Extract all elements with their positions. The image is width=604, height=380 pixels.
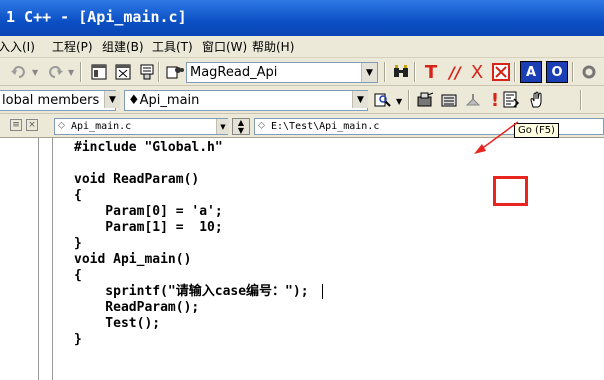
diamond-icon: ⬦ <box>58 120 65 131</box>
function-combo[interactable]: ♦Api_main <box>124 90 368 111</box>
breakpoint-hand-icon[interactable] <box>526 89 548 111</box>
undo-icon[interactable] <box>8 61 30 83</box>
build-icon[interactable] <box>438 89 460 111</box>
class-combo-value: lobal members <box>2 93 100 108</box>
window-title: 1 C++ - [Api_main.c] <box>6 8 187 26</box>
menu-bar: 入入(I) 工程(P) 组建(B) 工具(T) 窗口(W) 帮助(H) <box>0 36 604 58</box>
menu-window[interactable]: 窗口(W) <box>202 38 247 56</box>
redo-icon[interactable] <box>44 61 66 83</box>
compile-icon[interactable] <box>414 89 436 111</box>
annotation-arrow <box>474 121 519 154</box>
close-box-icon[interactable] <box>490 61 512 83</box>
o-box-icon[interactable]: O <box>546 61 568 83</box>
file-combo-value: Api_main.c <box>71 121 132 132</box>
output-icon[interactable] <box>112 61 134 83</box>
t-icon[interactable]: T <box>420 61 442 83</box>
code-line[interactable]: { <box>74 188 82 204</box>
uncomment-icon[interactable]: X <box>466 61 488 83</box>
comment-icon[interactable]: // <box>444 61 466 83</box>
file-combo[interactable]: Api_main.c <box>54 118 228 135</box>
menu-project[interactable]: 工程(P) <box>52 38 93 56</box>
code-line[interactable]: Test(); <box>74 316 160 332</box>
undo-dropdown-icon[interactable]: ▼ <box>32 68 38 77</box>
workspace-pane <box>0 138 38 380</box>
find-in-files-icon[interactable] <box>164 61 186 83</box>
a-box-icon[interactable]: A <box>520 61 542 83</box>
code-line[interactable]: #include "Global.h" <box>74 140 223 156</box>
binoculars-icon[interactable] <box>390 61 412 83</box>
find-combo-value: MagRead_Api <box>190 65 278 80</box>
code-line[interactable]: } <box>74 332 82 348</box>
text-caret <box>322 284 323 299</box>
code-line[interactable]: } <box>74 236 82 252</box>
gutter-border <box>52 138 53 380</box>
diamond-icon: ⬦ <box>258 120 265 131</box>
find-combo[interactable]: MagRead_Api <box>186 62 378 83</box>
separator <box>514 62 516 82</box>
redo-dropdown-icon[interactable]: ▼ <box>68 68 74 77</box>
wizard-action-dropdown-icon[interactable]: ▼ <box>396 97 402 106</box>
code-line[interactable]: sprintf("请输入case编号："); <box>74 284 308 300</box>
window-list-icon[interactable] <box>136 61 158 83</box>
stop-build-icon[interactable] <box>462 89 484 111</box>
pane-min-icon[interactable]: ≡ <box>10 119 22 131</box>
go-icon[interactable] <box>500 89 522 111</box>
menu-build[interactable]: 组建(B) <box>102 38 144 56</box>
find-combo-dropdown-icon[interactable]: ▼ <box>361 63 377 82</box>
pane-close-icon[interactable]: × <box>26 119 38 131</box>
code-line[interactable]: { <box>74 268 82 284</box>
separator <box>80 62 82 82</box>
code-line[interactable]: Param[0] = 'a'; <box>74 204 222 220</box>
code-line[interactable]: void Api_main() <box>74 252 191 268</box>
workspace-icon[interactable] <box>88 61 110 83</box>
function-combo-value: ♦Api_main <box>128 93 200 108</box>
separator <box>580 90 582 110</box>
pane-border <box>38 138 39 380</box>
menu-insert[interactable]: 入入(I) <box>0 38 35 56</box>
wizard-action-icon[interactable] <box>372 89 394 111</box>
standard-toolbar: ▼ ▼ MagRead_Api ▼ T // X A O <box>0 58 604 86</box>
separator <box>414 62 416 82</box>
go-button-highlight <box>493 176 528 206</box>
menu-tools[interactable]: 工具(T) <box>152 38 193 56</box>
spin-icon[interactable]: ▲ ▼ <box>232 118 250 135</box>
file-combo-dropdown-icon[interactable]: ▼ <box>216 119 229 134</box>
function-combo-dropdown-icon[interactable]: ▼ <box>352 91 368 108</box>
separator <box>158 62 160 82</box>
path-combo-value: E:\Test\Api_main.c <box>271 121 380 132</box>
wizard-toolbar: lobal members ▼ ♦Api_main ▼ ▼ ! <box>0 86 604 206</box>
title-bar: 1 C++ - [Api_main.c] <box>0 0 604 36</box>
code-line[interactable]: void ReadParam() <box>74 172 199 188</box>
separator <box>408 90 410 110</box>
code-line[interactable]: Param[1] = 10; <box>74 220 222 236</box>
settings-icon[interactable] <box>578 61 600 83</box>
separator <box>384 62 386 82</box>
menu-help[interactable]: 帮助(H) <box>252 38 294 56</box>
separator <box>572 62 574 82</box>
class-combo[interactable]: lobal members <box>0 90 116 111</box>
code-line[interactable]: ReadParam(); <box>74 300 199 316</box>
class-combo-dropdown-icon[interactable]: ▼ <box>104 91 120 108</box>
